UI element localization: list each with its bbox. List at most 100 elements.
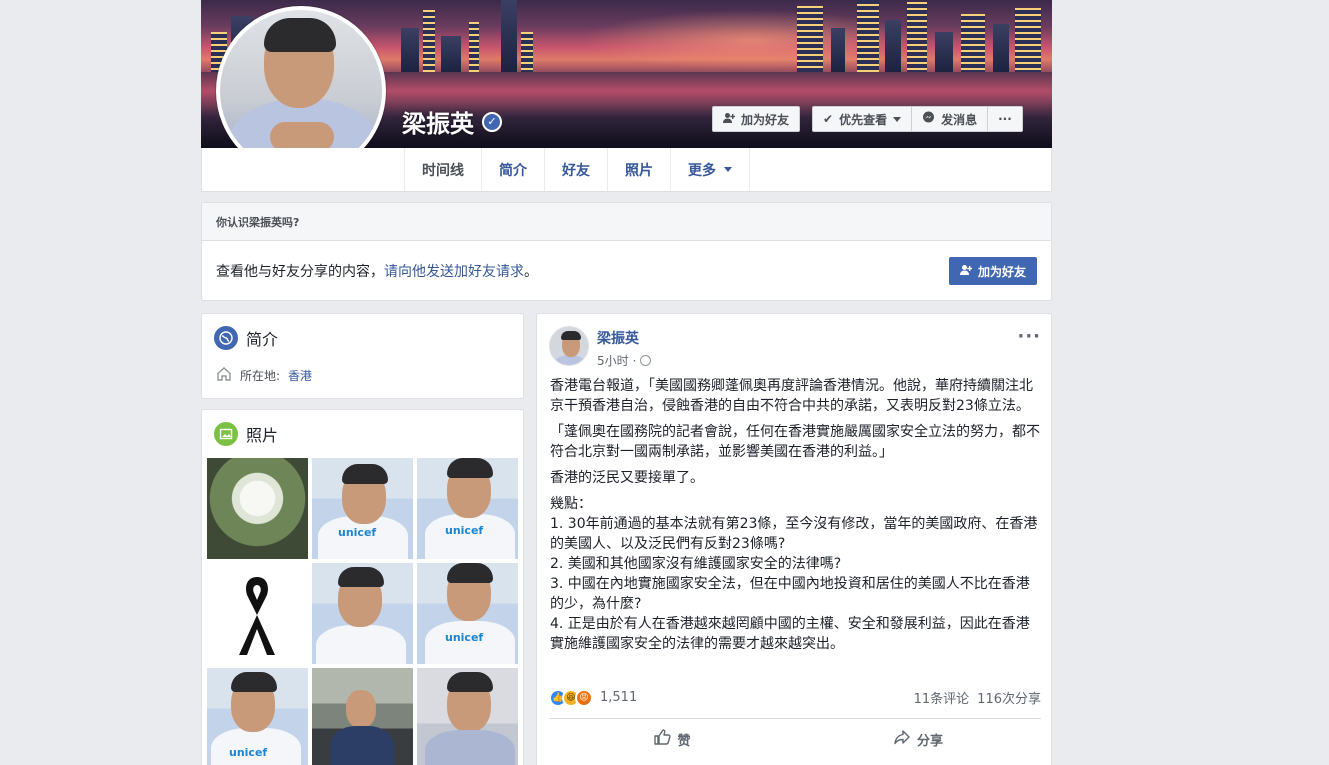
reaction-count: 1,511: [600, 690, 638, 705]
photo-thumbnail[interactable]: [312, 563, 413, 664]
photo-thumbnail[interactable]: unicef: [417, 458, 518, 559]
photo-thumbnail-lilies[interactable]: [207, 458, 308, 559]
friend-request-prompt-text: 查看他与好友分享的内容，请向他发送加好友请求。: [216, 261, 538, 281]
photo-thumbnail[interactable]: [417, 668, 518, 765]
cover-building: [797, 6, 823, 72]
photo-thumbnail[interactable]: unicef: [417, 563, 518, 664]
friend-request-prompt: 你认识梁振英吗? 查看他与好友分享的内容，请向他发送加好友请求。 加为好友: [201, 202, 1052, 301]
like-button[interactable]: 赞: [549, 722, 795, 756]
intro-title-text: 简介: [246, 330, 279, 349]
tab-more[interactable]: 更多: [670, 148, 750, 191]
photo-thumbnail[interactable]: unicef: [312, 458, 413, 559]
cover-building: [907, 2, 927, 72]
post-point: 2. 美國和其他國家沒有維護國家安全的法律嗎?: [550, 556, 842, 572]
photo-hair: [447, 563, 493, 583]
send-friend-request-link[interactable]: 请向他发送加好友请求: [384, 264, 524, 280]
post-paragraph: 香港的泛民又要接單了。: [550, 470, 704, 486]
add-friend-icon: [723, 112, 736, 127]
cover-building: [831, 28, 845, 72]
add-friend-button-secondary[interactable]: 加为好友: [948, 257, 1037, 285]
unicef-logo: unicef: [229, 746, 268, 759]
post-point: 4. 正是由於有人在香港越來越罔顧中國的主權、安全和發展利益，因此在香港實施維護…: [550, 616, 1030, 652]
photos-title: 照片: [214, 422, 511, 446]
post-body: 香港電台報道，「美國國務卿蓬佩奧再度評論香港情況。他說，華府持續關注北京干預香港…: [550, 376, 1040, 654]
share-button[interactable]: 分享: [795, 722, 1041, 756]
more-options-icon: ···: [998, 112, 1012, 126]
tab-photos[interactable]: 照片: [607, 148, 670, 191]
post-author-avatar[interactable]: [549, 326, 589, 366]
photos-title-text: 照片: [246, 426, 279, 445]
post-meta: 5小时 ·: [597, 352, 652, 369]
cover-building: [423, 10, 435, 72]
intro-title: 简介: [214, 326, 511, 350]
tab-about[interactable]: 简介: [481, 148, 544, 191]
tab-more-label: 更多: [688, 162, 716, 179]
photo-grid: unicef unicef unicef unicef: [207, 458, 518, 765]
more-options-button[interactable]: ···: [987, 106, 1023, 132]
prompt-text: 查看他与好友分享的内容，: [216, 264, 384, 280]
prompt-text-end: 。: [524, 264, 538, 280]
cover-building: [521, 32, 533, 72]
share-count-link[interactable]: 116次分享: [977, 688, 1041, 707]
post-paragraph: 「蓬佩奧在國務院的記者會說，任何在香港實施嚴厲國家安全立法的努力，都不符合北京對…: [550, 424, 1040, 460]
black-ribbon-icon: [239, 577, 275, 655]
post-divider: [549, 718, 1041, 719]
cover-building: [993, 24, 1009, 72]
cover-building: [401, 28, 419, 72]
verified-badge-icon: ✓: [482, 111, 502, 132]
post-reactions-row: 👍 😆 😡 1,511 11条评论 116次分享: [549, 688, 1041, 707]
cover-building: [1015, 8, 1041, 72]
post-author-name[interactable]: 梁振英: [597, 328, 651, 348]
photo-thumbnail[interactable]: [312, 668, 413, 765]
angry-reaction-icon: 😡: [575, 688, 593, 707]
messenger-icon: [922, 111, 935, 127]
intro-card: 简介 所在地: 香港: [201, 313, 524, 399]
tab-timeline[interactable]: 时间线: [404, 148, 481, 191]
cover-actions: 加为好友 ✔ 优先查看 发消息 ···: [712, 106, 1023, 132]
profile-name-block: 梁振英 ✓: [402, 104, 502, 139]
photo-hair: [231, 672, 277, 692]
cover-action-group: ✔ 优先查看 发消息 ···: [812, 106, 1023, 132]
cover-building: [469, 22, 479, 72]
like-label: 赞: [677, 733, 691, 749]
photo-thumbnail[interactable]: unicef: [207, 668, 308, 765]
chevron-down-icon: [724, 167, 732, 172]
unicef-logo: unicef: [445, 524, 484, 537]
photo-icon: [214, 422, 238, 446]
share-arrow-icon: [893, 728, 911, 750]
photo-suit: [330, 726, 394, 765]
unicef-logo: unicef: [338, 526, 377, 539]
post-meta-separator: ·: [632, 353, 637, 368]
photo-tshirt: [316, 625, 406, 664]
profile-picture-hair: [264, 18, 336, 52]
globe-icon: [214, 326, 238, 350]
see-first-button[interactable]: ✔ 优先查看: [812, 106, 912, 132]
public-audience-icon[interactable]: [640, 355, 652, 366]
tab-friends[interactable]: 好友: [544, 148, 607, 191]
post-timestamp[interactable]: 5小时: [597, 352, 629, 369]
checkmark-icon: ✔: [823, 112, 834, 126]
message-button[interactable]: 发消息: [911, 106, 988, 132]
post-actions: 赞 分享: [549, 722, 1041, 756]
photo-face: [346, 690, 376, 728]
post-options-button[interactable]: ···: [1017, 326, 1041, 347]
cover-building: [961, 14, 985, 72]
cover-building: [441, 36, 461, 72]
profile-name[interactable]: 梁振英: [402, 104, 474, 139]
post-paragraph: 香港電台報道，「美國國務卿蓬佩奧再度評論香港情況。他說，華府持續關注北京干預香港…: [550, 378, 1033, 414]
photo-shirt: [425, 730, 515, 765]
location-label: 所在地:: [240, 369, 281, 383]
intro-location: 所在地: 香港: [214, 366, 511, 385]
reactions-summary[interactable]: 👍 😆 😡 1,511: [549, 688, 638, 707]
cover-building: [935, 32, 953, 72]
cover-building: [885, 20, 901, 72]
add-friend-label: 加为好友: [741, 112, 790, 127]
share-label: 分享: [916, 733, 943, 749]
photo-hair: [338, 567, 384, 587]
cover-building: [857, 0, 879, 72]
add-friend-button[interactable]: 加为好友: [712, 106, 801, 132]
comment-count-link[interactable]: 11条评论: [914, 688, 970, 707]
post-point: 1. 30年前通過的基本法就有第23條，至今沒有修改，當年的美國政府、在香港的美…: [550, 516, 1038, 552]
photo-thumbnail-black-ribbon[interactable]: [207, 563, 308, 664]
location-link[interactable]: 香港: [288, 367, 312, 384]
